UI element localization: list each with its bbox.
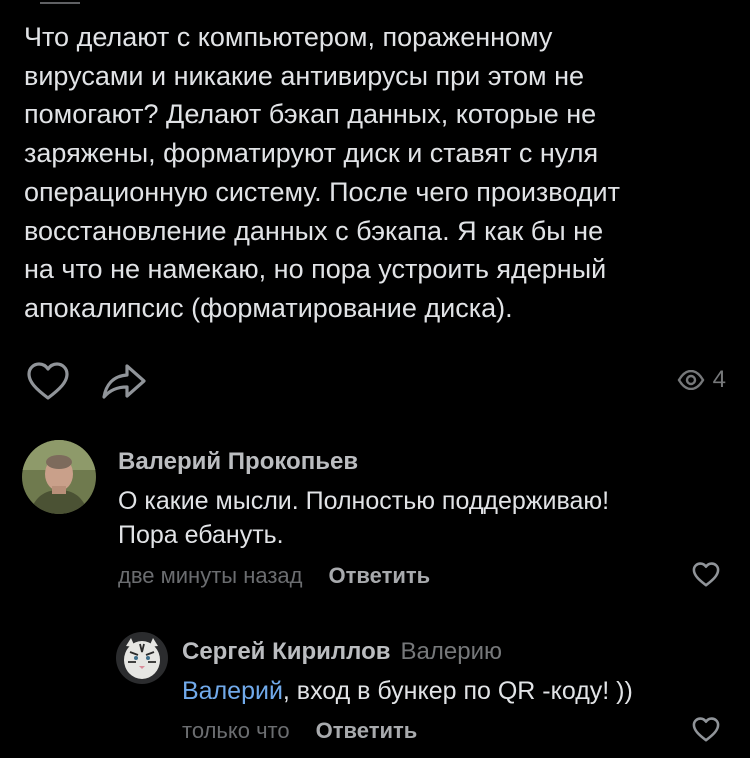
comment-text-line: Пора ебануть. <box>118 521 284 549</box>
comment-like-button[interactable] <box>689 558 723 592</box>
mention-link[interactable]: Валерий <box>182 677 283 705</box>
user-photo-icon <box>22 440 96 514</box>
share-arrow-icon <box>102 364 146 399</box>
commenter-avatar[interactable] <box>22 440 96 514</box>
comment-text: О какие мысли. Полностью поддерживаю! По… <box>118 484 609 552</box>
share-button[interactable] <box>98 360 150 404</box>
reply-text-body: , вход в бункер по QR -коду! )) <box>282 677 633 705</box>
reply-button[interactable]: Ответить <box>316 718 418 744</box>
like-button[interactable] <box>24 360 72 404</box>
heart-icon <box>692 717 720 742</box>
white-tiger-icon <box>116 632 168 684</box>
reply-author: Сергей Кириллов Валерию <box>182 638 502 666</box>
comment-meta: две минуты назад Ответить <box>118 563 430 589</box>
comment-text-line: О какие мысли. Полностью поддерживаю! <box>118 487 610 515</box>
reply-text: Валерий, вход в бункер по QR -коду! )) <box>182 674 633 708</box>
eye-icon <box>677 370 705 390</box>
heart-icon <box>692 562 720 587</box>
views-count: 4 <box>712 366 726 393</box>
heart-icon <box>27 362 69 400</box>
previous-content-edge <box>40 0 80 4</box>
reply-author-avatar[interactable] <box>116 632 168 684</box>
views-counter: 4 <box>677 366 726 394</box>
reply-meta: только что Ответить <box>182 718 417 744</box>
reply-time: только что <box>182 718 290 743</box>
post-text: Что делают с компьютером, пораженному ви… <box>24 22 620 323</box>
comment-author[interactable]: Валерий Прокопьев <box>118 448 358 476</box>
post-actions-bar: 4 <box>0 360 750 404</box>
comment-time: две минуты назад <box>118 563 303 588</box>
reply-to-label[interactable]: Валерию <box>401 638 502 665</box>
reply-author-name[interactable]: Сергей Кириллов <box>182 638 391 665</box>
reply-button[interactable]: Ответить <box>329 563 431 589</box>
reply-like-button[interactable] <box>689 713 723 747</box>
